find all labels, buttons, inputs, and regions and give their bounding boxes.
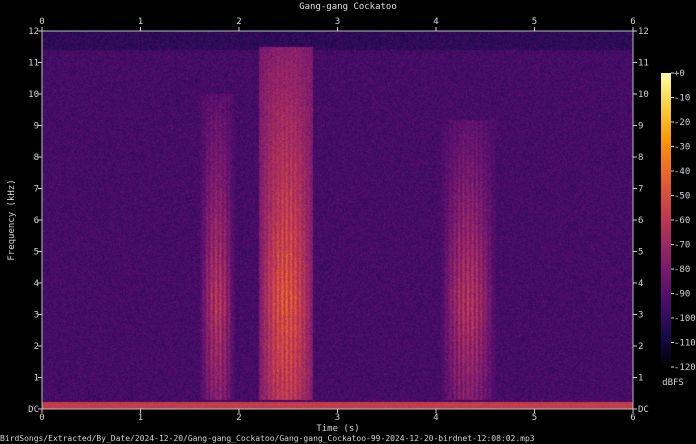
spectrogram-raster <box>42 31 633 409</box>
y-tick-label: 10 <box>28 90 39 100</box>
y-tick-label: 12 <box>28 27 39 37</box>
y-tick-label: 3 <box>34 311 39 321</box>
colorbar-tick-label: -20 <box>674 118 690 128</box>
spectrogram-figure: Gang-gang Cockatoo 0123456 0123456 DC 1 2 3… <box>0 0 696 444</box>
colorbar-tick-label: -50 <box>674 192 690 202</box>
y-axis-label: Frequency (kHz) <box>7 179 17 260</box>
colorbar-tick-label: -110 <box>674 339 696 349</box>
x-tick-label: 3 <box>335 413 340 423</box>
y-tick-label: 3 <box>638 311 643 321</box>
y-tick-label: 4 <box>34 279 39 289</box>
colorbar-tick-label: -100 <box>674 314 696 324</box>
y-tick-label: 8 <box>638 153 643 163</box>
x-tick-label: 3 <box>335 17 340 27</box>
y-tick-label: 9 <box>638 122 643 132</box>
x-tick-label: 2 <box>236 413 241 423</box>
x-tick-label: 5 <box>532 413 537 423</box>
spectrogram-chart: Gang-gang Cockatoo 0123456 0123456 DC123… <box>0 2 696 443</box>
y-axis-left: DC123456789101112 <box>28 27 42 415</box>
y-tick-label: 8 <box>34 153 39 163</box>
y-axis-right: DC123456789101112 <box>633 27 649 415</box>
colorbar-tick-label: -40 <box>674 167 690 177</box>
y-tick-label: 2 <box>34 342 39 352</box>
colorbar-tick-label: -10 <box>674 94 690 104</box>
colorbar-tick-label: -60 <box>674 216 690 226</box>
y-tick-label: 9 <box>34 122 39 132</box>
x-tick-label: 1 <box>138 17 143 27</box>
file-path-caption: BirdSongs/Extracted/By_Date/2024-12-20/G… <box>0 434 535 443</box>
y-tick-label: 11 <box>638 59 649 69</box>
colorbar-tick-label: -80 <box>674 265 690 275</box>
x-tick-label: 4 <box>433 17 438 27</box>
colorbar-tick-label: -70 <box>674 241 690 251</box>
y-tick-label: 5 <box>34 248 39 258</box>
colorbar-tick-label: -30 <box>674 143 690 153</box>
x-tick-label: 4 <box>433 413 438 423</box>
x-tick-label: 2 <box>236 17 241 27</box>
colorbar-gradient <box>661 73 671 367</box>
x-axis-bottom: 0 1 2 3 4 5 6 <box>39 409 636 423</box>
colorbar-tick-label: -120 <box>674 363 696 373</box>
y-tick-label: 5 <box>638 248 643 258</box>
y-tick-label: 6 <box>638 216 643 226</box>
x-tick-label: 0 <box>39 413 44 423</box>
y-tick-label: 1 <box>34 374 39 384</box>
y-tick-label: 11 <box>28 59 39 69</box>
x-tick-label: 6 <box>630 17 635 27</box>
y-tick-label: 7 <box>638 185 643 195</box>
x-tick-label: 5 <box>532 17 537 27</box>
x-axis-label: Time (s) <box>316 424 359 434</box>
colorbar-label: dBFS <box>662 378 684 388</box>
y-tick-label: 10 <box>638 90 649 100</box>
x-tick-label: 6 <box>630 413 635 423</box>
colorbar: +0 -10 -20 -30 -40 -50 -60 -70 -80 -90 -100 -110 -12… <box>661 69 696 373</box>
colorbar-tick-label: +0 <box>674 69 685 79</box>
x-tick-label: 0 <box>39 17 44 27</box>
y-tick-label: 4 <box>638 279 643 289</box>
x-tick-label: 1 <box>138 413 143 423</box>
y-tick-label: 12 <box>638 27 649 37</box>
y-tick-label: 7 <box>34 185 39 195</box>
x-axis-top: 0 1 2 3 4 5 6 <box>39 17 636 31</box>
y-tick-label: 1 <box>638 374 643 384</box>
y-tick-label: DC <box>638 405 649 415</box>
y-tick-label: DC <box>28 405 39 415</box>
chart-title: Gang-gang Cockatoo <box>299 2 397 12</box>
y-tick-label: 2 <box>638 342 643 352</box>
y-tick-label: 6 <box>34 216 39 226</box>
colorbar-tick-label: -90 <box>674 290 690 300</box>
spectrogram-image <box>42 31 633 409</box>
